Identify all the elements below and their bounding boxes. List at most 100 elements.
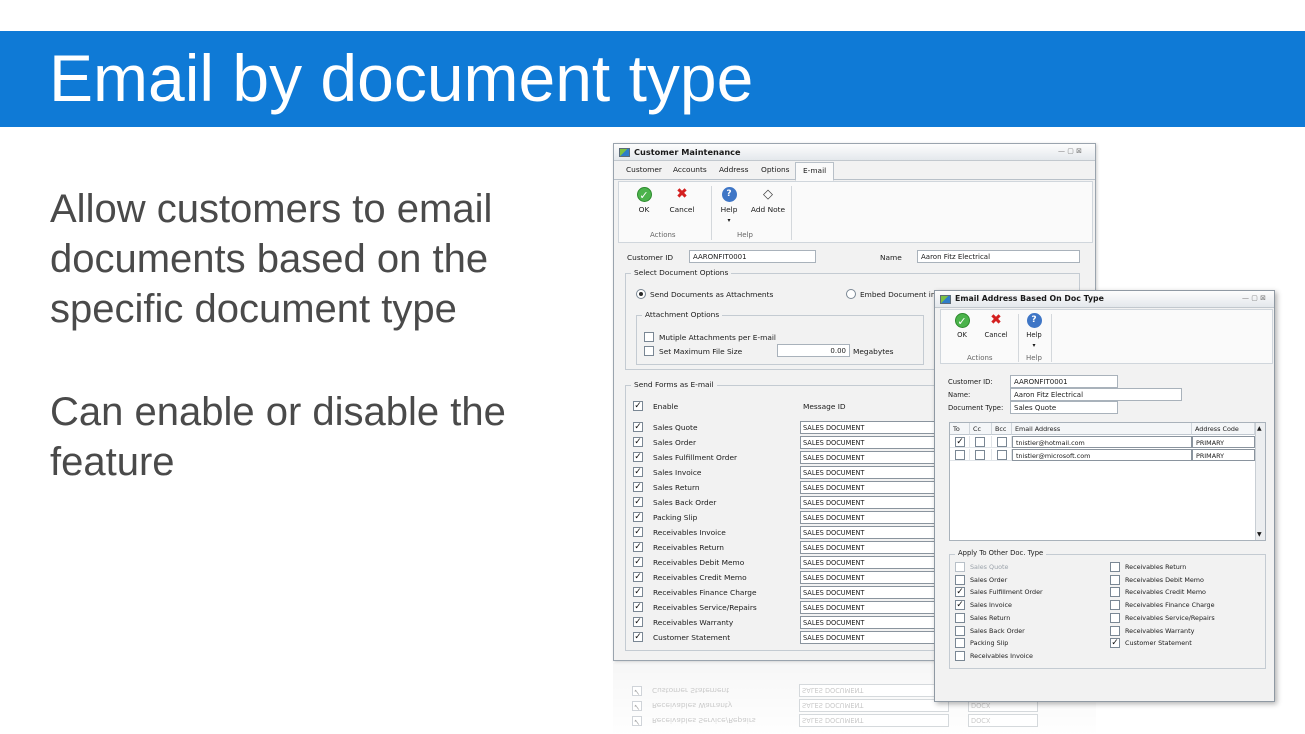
send-form-message-id-field[interactable]: SALES DOCUMENT bbox=[800, 526, 950, 539]
apply-doc-type-label: Packing Slip bbox=[970, 639, 1009, 648]
bcc-checkbox[interactable] bbox=[997, 450, 1007, 460]
apply-doc-type-checkbox[interactable] bbox=[1110, 600, 1120, 611]
apply-doc-type-checkbox[interactable] bbox=[955, 650, 965, 661]
send-form-enable-checkbox[interactable]: ✓ bbox=[633, 482, 643, 492]
apply-doc-type-checkbox[interactable] bbox=[955, 562, 965, 572]
send-form-message-id-field[interactable]: SALES DOCUMENT bbox=[800, 571, 950, 584]
grid-header-bcc[interactable]: Bcc bbox=[992, 423, 1012, 435]
apply-doc-type-checkbox[interactable] bbox=[1110, 574, 1120, 585]
tab-email[interactable]: E-mail bbox=[795, 162, 835, 181]
send-form-enable-checkbox[interactable]: ✓ bbox=[633, 572, 643, 582]
grid-scrollbar[interactable]: ▲ ▼ bbox=[1255, 423, 1265, 540]
cc-checkbox[interactable] bbox=[975, 450, 985, 460]
help-button[interactable]: ? Help ▾ bbox=[716, 187, 742, 224]
send-form-name: Sales Order bbox=[653, 438, 697, 447]
max-file-size-checkbox[interactable] bbox=[644, 346, 654, 356]
max-file-size-label: Set Maximum File Size bbox=[659, 347, 743, 356]
send-form-name: Receivables Service/Repairs bbox=[653, 603, 757, 612]
grid-header-to[interactable]: To bbox=[950, 423, 970, 435]
tab-address[interactable]: Address bbox=[719, 165, 748, 174]
send-form-enable-checkbox[interactable]: ✓ bbox=[633, 602, 643, 612]
send-form-message-id-field[interactable]: SALES DOCUMENT bbox=[800, 631, 950, 644]
dialog-cancel-button[interactable]: ✖ Cancel bbox=[982, 313, 1010, 340]
ok-button[interactable]: ✓ OK bbox=[632, 187, 656, 214]
grid-cell-email-address[interactable]: tnistler@microsoft.com bbox=[1012, 449, 1192, 461]
send-form-enable-checkbox[interactable]: ✓ bbox=[633, 617, 643, 627]
send-form-enable-checkbox[interactable]: ✓ bbox=[633, 437, 643, 447]
send-form-enable-checkbox[interactable]: ✓ bbox=[633, 512, 643, 522]
send-form-enable-checkbox[interactable]: ✓ bbox=[633, 422, 643, 432]
name-field[interactable]: Aaron Fitz Electrical bbox=[917, 250, 1080, 263]
cancel-button[interactable]: ✖ Cancel bbox=[667, 187, 697, 215]
apply-doc-type-checkbox[interactable] bbox=[1110, 587, 1120, 598]
customer-id-field[interactable]: AARONFIT0001 bbox=[689, 250, 816, 263]
dialog-name-field[interactable]: Aaron Fitz Electrical bbox=[1010, 388, 1182, 401]
ribbon-group-actions: Actions bbox=[967, 354, 993, 362]
send-form-enable-checkbox[interactable]: ✓ bbox=[633, 557, 643, 567]
apply-doc-type-checkbox[interactable]: ✓ bbox=[955, 587, 965, 598]
send-as-attachments-radio[interactable] bbox=[636, 289, 646, 299]
to-checkbox[interactable]: ✓ bbox=[955, 437, 965, 447]
apply-doc-type-checkbox[interactable]: ✓ bbox=[1110, 638, 1120, 649]
window-title: Customer Maintenance bbox=[634, 147, 741, 157]
scroll-up-icon[interactable]: ▲ bbox=[1257, 425, 1262, 432]
apply-doc-type-checkbox[interactable] bbox=[955, 612, 965, 623]
apply-doc-type-checkbox[interactable] bbox=[955, 574, 965, 585]
send-form-enable-checkbox[interactable]: ✓ bbox=[633, 497, 643, 507]
tab-strip: Customer Accounts Address Options E-mail bbox=[614, 162, 1095, 181]
grid-cell-address-code[interactable]: PRIMARY bbox=[1192, 436, 1255, 448]
send-form-message-id-field[interactable]: SALES DOCUMENT bbox=[800, 586, 950, 599]
send-form-enable-checkbox[interactable]: ✓ bbox=[633, 452, 643, 462]
cc-checkbox[interactable] bbox=[975, 437, 985, 447]
help-dropdown-icon[interactable]: ▾ bbox=[716, 217, 742, 224]
bcc-checkbox[interactable] bbox=[997, 437, 1007, 447]
send-form-message-id-field[interactable]: SALES DOCUMENT bbox=[800, 421, 950, 434]
send-form-message-id-field[interactable]: SALES DOCUMENT bbox=[800, 616, 950, 629]
dialog-ok-button[interactable]: ✓ OK bbox=[951, 313, 973, 339]
add-note-button[interactable]: ◇ Add Note bbox=[748, 187, 788, 214]
send-form-message-id-field[interactable]: SALES DOCUMENT bbox=[800, 466, 950, 479]
grid-cell-address-code[interactable]: PRIMARY bbox=[1192, 449, 1255, 461]
tab-options[interactable]: Options bbox=[761, 165, 790, 174]
send-form-enable-checkbox[interactable]: ✓ bbox=[633, 587, 643, 597]
grid-cell-email-address[interactable]: tnistler@hotmail.com bbox=[1012, 436, 1192, 448]
grid-header-email-address[interactable]: Email Address bbox=[1012, 423, 1192, 435]
document-type-field[interactable]: Sales Quote bbox=[1010, 401, 1118, 414]
apply-doc-type-checkbox[interactable] bbox=[955, 638, 965, 649]
tab-customer[interactable]: Customer bbox=[626, 165, 662, 174]
enable-all-checkbox[interactable]: ✓ bbox=[633, 401, 643, 411]
dialog-window-controls[interactable]: — ▢ ⊠ bbox=[1242, 294, 1266, 302]
send-form-message-id-field[interactable]: SALES DOCUMENT bbox=[800, 451, 950, 464]
scroll-down-icon[interactable]: ▼ bbox=[1257, 531, 1262, 538]
tab-accounts[interactable]: Accounts bbox=[673, 165, 707, 174]
embed-document-radio[interactable] bbox=[846, 289, 856, 299]
grid-header-address-code[interactable]: Address Code bbox=[1192, 423, 1255, 435]
apply-doc-type-checkbox[interactable] bbox=[1110, 612, 1120, 623]
help-dropdown-icon[interactable]: ▾ bbox=[1023, 342, 1045, 349]
dialog-help-button[interactable]: ? Help ▾ bbox=[1023, 313, 1045, 349]
send-form-message-id-field[interactable]: SALES DOCUMENT bbox=[800, 511, 950, 524]
send-form-message-id-field[interactable]: SALES DOCUMENT bbox=[800, 481, 950, 494]
apply-doc-type-checkbox[interactable] bbox=[1110, 625, 1120, 636]
send-form-message-id-field[interactable]: SALES DOCUMENT bbox=[800, 556, 950, 569]
send-form-enable-checkbox[interactable]: ✓ bbox=[633, 632, 643, 642]
multiple-attachments-checkbox[interactable] bbox=[644, 332, 654, 342]
send-form-enable-checkbox[interactable]: ✓ bbox=[633, 542, 643, 552]
grid-header-cc[interactable]: Cc bbox=[970, 423, 992, 435]
send-form-enable-checkbox[interactable]: ✓ bbox=[633, 527, 643, 537]
send-form-message-id-field[interactable]: SALES DOCUMENT bbox=[800, 601, 950, 614]
send-form-enable-checkbox[interactable]: ✓ bbox=[633, 467, 643, 477]
message-id-column-header: Message ID bbox=[803, 402, 846, 411]
apply-doc-type-label: Receivables Credit Memo bbox=[1125, 588, 1206, 597]
send-form-message-id-field[interactable]: SALES DOCUMENT bbox=[800, 496, 950, 509]
send-form-message-id-field[interactable]: SALES DOCUMENT bbox=[800, 541, 950, 554]
max-file-size-field[interactable]: 0.00 bbox=[777, 344, 850, 357]
send-form-message-id-field[interactable]: SALES DOCUMENT bbox=[800, 436, 950, 449]
apply-doc-type-checkbox[interactable] bbox=[955, 625, 965, 636]
dialog-customer-id-field[interactable]: AARONFIT0001 bbox=[1010, 375, 1118, 388]
to-checkbox[interactable] bbox=[955, 450, 965, 460]
apply-doc-type-checkbox[interactable] bbox=[1110, 562, 1120, 572]
apply-doc-type-checkbox[interactable]: ✓ bbox=[955, 600, 965, 611]
app-icon bbox=[940, 295, 951, 304]
window-controls[interactable]: — ▢ ⊠ bbox=[1058, 147, 1082, 155]
